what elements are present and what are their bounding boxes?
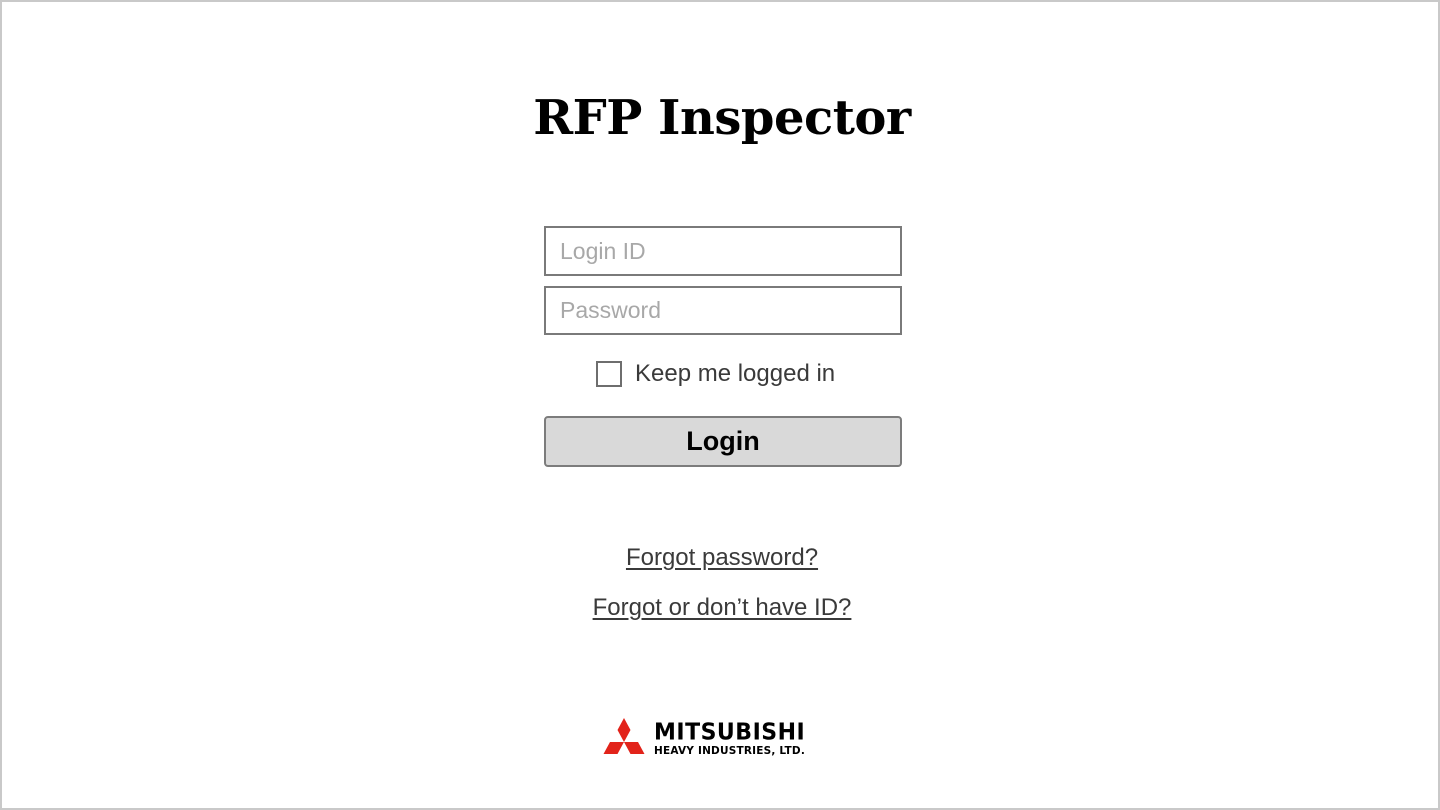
login-id-input[interactable]	[546, 228, 900, 274]
password-field[interactable]	[544, 286, 902, 335]
forgot-password-link[interactable]: Forgot password?	[2, 544, 1440, 572]
logo-subtitle: HEAVY INDUSTRIES, LTD.	[654, 744, 806, 757]
company-logo: MITSUBISHI HEAVY INDUSTRIES, LTD.	[600, 716, 840, 762]
logo-name: MITSUBISHI	[654, 719, 806, 746]
keep-logged-in-row[interactable]: Keep me logged in	[596, 360, 835, 388]
login-button[interactable]: Login	[544, 416, 902, 467]
forgot-id-link[interactable]: Forgot or don’t have ID?	[2, 594, 1440, 622]
three-diamonds-logo-icon	[603, 718, 645, 754]
keep-logged-in-label[interactable]: Keep me logged in	[635, 360, 835, 388]
login-page: RFP Inspector Keep me logged in Login Fo…	[0, 0, 1440, 810]
login-id-field[interactable]	[544, 226, 902, 276]
logo-wordmark: MITSUBISHI HEAVY INDUSTRIES, LTD.	[654, 719, 806, 757]
app-title: RFP Inspector	[533, 90, 911, 146]
password-input[interactable]	[546, 288, 900, 333]
keep-logged-in-checkbox[interactable]	[596, 361, 622, 387]
